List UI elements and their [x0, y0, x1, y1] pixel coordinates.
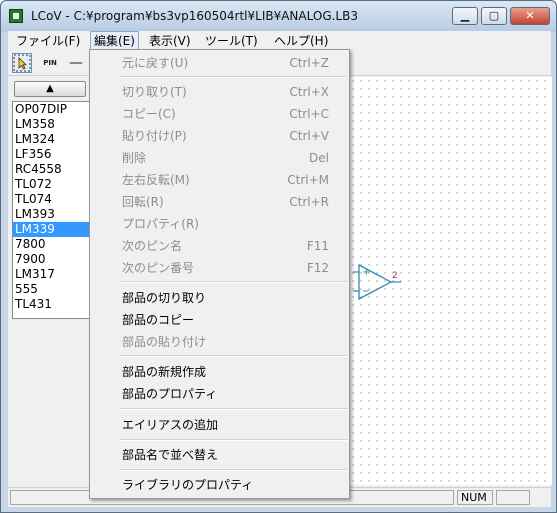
list-item[interactable]: OP07DIP: [13, 102, 89, 117]
cursor-select-icon[interactable]: [12, 53, 32, 73]
list-item[interactable]: 555: [13, 282, 89, 297]
list-item[interactable]: RC4558: [13, 162, 89, 177]
line-tool-button[interactable]: —: [66, 53, 86, 73]
num-lock-indicator: NUM: [457, 490, 493, 505]
menu-edit[interactable]: 編集(E): [90, 31, 139, 51]
menu-view[interactable]: 表示(V): [146, 31, 194, 51]
list-item[interactable]: LM324: [13, 132, 89, 147]
menu-item-add-alias[interactable]: エイリアスの追加: [90, 414, 349, 436]
list-item[interactable]: LM317: [13, 267, 89, 282]
maximize-button[interactable]: ▢: [481, 7, 507, 25]
menu-item-properties[interactable]: プロパティ(R): [90, 213, 349, 235]
menu-separator: [120, 469, 348, 471]
menu-item-paste-part[interactable]: 部品の貼り付け: [90, 331, 349, 353]
list-item-selected[interactable]: LM339: [13, 222, 89, 237]
list-item[interactable]: 7900: [13, 252, 89, 267]
menu-bar: ファイル(F) 編集(E) 表示(V) ツール(T) ヘルプ(H): [8, 31, 551, 51]
menu-separator: [120, 355, 348, 357]
menu-item-undo[interactable]: 元に戻す(U) Ctrl+Z: [90, 52, 349, 74]
menu-separator: [120, 439, 348, 441]
menu-separator: [120, 281, 348, 283]
menu-item-rotate[interactable]: 回転(R) Ctrl+R: [90, 191, 349, 213]
menu-file[interactable]: ファイル(F): [13, 31, 83, 51]
list-item[interactable]: TL431: [13, 297, 89, 312]
part-list[interactable]: OP07DIP LM358 LM324 LF356 RC4558 TL072 T…: [12, 101, 90, 319]
opamp-pin-number: 2: [392, 271, 398, 281]
part-panel: ▲ OP07DIP LM358 LM324 LF356 RC4558 TL072…: [8, 79, 90, 339]
menu-item-cut[interactable]: 切り取り(T) Ctrl+X: [90, 81, 349, 103]
menu-separator: [120, 408, 348, 410]
list-item[interactable]: LF356: [13, 147, 89, 162]
window-title: LCoV - C:¥program¥bs3vp160504rtl¥LIB¥ANA…: [31, 9, 358, 23]
app-icon[interactable]: [9, 9, 23, 23]
pin-tool-button[interactable]: PIN: [40, 53, 60, 73]
menu-item-copy-part[interactable]: 部品のコピー: [90, 309, 349, 331]
menu-item-sort-by-name[interactable]: 部品名で並べ替え: [90, 444, 349, 466]
list-item[interactable]: TL074: [13, 192, 89, 207]
status-panel-empty: [496, 490, 530, 505]
close-button[interactable]: ✕: [510, 7, 550, 25]
list-item[interactable]: LM393: [13, 207, 89, 222]
menu-item-new-part[interactable]: 部品の新規作成: [90, 361, 349, 383]
menu-item-next-pin-number[interactable]: 次のピン番号 F12: [90, 257, 349, 279]
list-item[interactable]: TL072: [13, 177, 89, 192]
menu-item-delete[interactable]: 削除 Del: [90, 147, 349, 169]
minimize-button[interactable]: ▁: [452, 7, 478, 25]
menu-item-part-properties[interactable]: 部品のプロパティ: [90, 383, 349, 405]
menu-item-cut-part[interactable]: 部品の切り取り: [90, 287, 349, 309]
menu-item-copy[interactable]: コピー(C) Ctrl+C: [90, 103, 349, 125]
opamp-minus-label: −: [362, 286, 370, 297]
list-item[interactable]: LM358: [13, 117, 89, 132]
opamp-plus-label: +: [362, 267, 370, 278]
menu-item-library-properties[interactable]: ライブラリのプロパティ: [90, 474, 349, 496]
menu-item-mirror[interactable]: 左右反転(M) Ctrl+M: [90, 169, 349, 191]
list-item[interactable]: 7800: [13, 237, 89, 252]
title-bar[interactable]: LCoV - C:¥program¥bs3vp160504rtl¥LIB¥ANA…: [1, 1, 556, 32]
menu-tools[interactable]: ツール(T): [202, 31, 261, 51]
edit-menu-dropdown: 元に戻す(U) Ctrl+Z 切り取り(T) Ctrl+X コピー(C) Ctrl+C…: [89, 49, 350, 499]
menu-help[interactable]: ヘルプ(H): [271, 31, 331, 51]
menu-item-paste[interactable]: 貼り付け(P) Ctrl+V: [90, 125, 349, 147]
menu-separator: [120, 76, 348, 78]
up-arrow-icon[interactable]: ▲: [14, 81, 86, 97]
menu-item-next-pin-name[interactable]: 次のピン名 F11: [90, 235, 349, 257]
